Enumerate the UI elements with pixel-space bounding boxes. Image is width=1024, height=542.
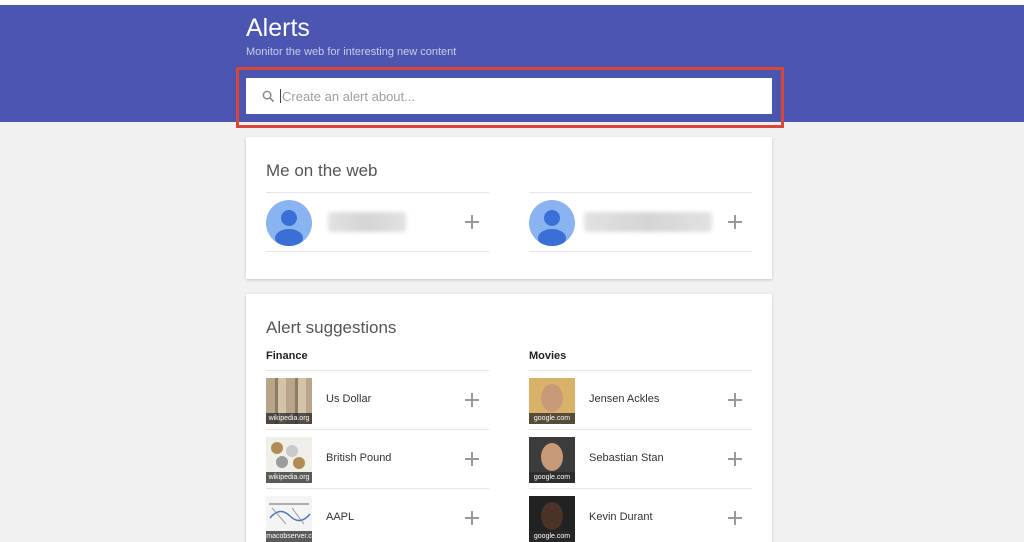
- coin-image: [276, 456, 288, 468]
- thumbnail-source: google.com: [529, 413, 575, 424]
- me-on-the-web-title: Me on the web: [266, 161, 378, 180]
- movies-suggestion-list: google.com Jensen Ackles google.com Seba…: [529, 370, 752, 542]
- thumbnail-source: google.com: [529, 472, 575, 483]
- person-photo: [541, 443, 563, 471]
- alert-suggestions-title: Alert suggestions: [266, 318, 397, 337]
- blurred-name: [328, 212, 406, 232]
- suggestion-label: Jensen Ackles: [589, 393, 660, 405]
- add-alert-plus-icon[interactable]: [465, 452, 479, 466]
- add-alert-plus-icon[interactable]: [728, 215, 742, 229]
- thumbnail-source: macobserver.c: [266, 531, 312, 542]
- header-top-strip: [0, 0, 1024, 5]
- add-alert-plus-icon[interactable]: [728, 452, 742, 466]
- avatar: [266, 200, 312, 246]
- add-alert-plus-icon[interactable]: [728, 393, 742, 407]
- person-icon: [275, 210, 303, 246]
- suggestion-thumbnail: google.com: [529, 437, 575, 483]
- thumbnail-source: google.com: [529, 531, 575, 542]
- suggestion-label: Kevin Durant: [589, 511, 653, 523]
- coin-image: [271, 442, 283, 454]
- suggestion-label: Us Dollar: [326, 393, 372, 405]
- category-label-movies: Movies: [529, 350, 567, 362]
- add-alert-plus-icon[interactable]: [465, 511, 479, 525]
- me-on-web-item[interactable]: [266, 192, 489, 252]
- diagram-image: [269, 503, 311, 525]
- suggestion-item[interactable]: wikipedia.org Us Dollar: [266, 370, 489, 429]
- person-icon: [538, 210, 566, 246]
- suggestion-item[interactable]: google.com Kevin Durant: [529, 488, 752, 542]
- suggestion-thumbnail: macobserver.c: [266, 496, 312, 542]
- suggestion-label: AAPL: [326, 511, 355, 523]
- category-label-finance: Finance: [266, 350, 308, 362]
- blurred-email: [584, 212, 712, 232]
- suggestion-item[interactable]: google.com Sebastian Stan: [529, 429, 752, 488]
- me-on-web-item[interactable]: [529, 192, 752, 252]
- text-caret: [280, 89, 281, 103]
- search-icon: [262, 90, 275, 102]
- suggestion-thumbnail: wikipedia.org: [266, 437, 312, 483]
- add-alert-plus-icon[interactable]: [728, 511, 742, 525]
- finance-suggestion-list: wikipedia.org Us Dollar wikipedia.org Br…: [266, 370, 489, 542]
- person-photo: [541, 502, 563, 530]
- me-on-the-web-card: Me on the web: [246, 137, 772, 279]
- alert-suggestions-card: Alert suggestions Finance Movies wikiped…: [246, 294, 772, 542]
- page-title: Alerts: [246, 14, 310, 42]
- avatar: [529, 200, 575, 246]
- search-input[interactable]: [282, 88, 722, 104]
- search-box[interactable]: [246, 78, 772, 114]
- coin-image: [293, 457, 305, 469]
- page-subtitle: Monitor the web for interesting new cont…: [246, 46, 457, 58]
- add-alert-plus-icon[interactable]: [465, 393, 479, 407]
- suggestion-label: Sebastian Stan: [589, 452, 664, 464]
- suggestion-thumbnail: google.com: [529, 496, 575, 542]
- thumbnail-source: wikipedia.org: [266, 472, 312, 483]
- thumbnail-source: wikipedia.org: [266, 413, 312, 424]
- suggestion-item[interactable]: google.com Jensen Ackles: [529, 370, 752, 429]
- person-photo: [541, 384, 563, 412]
- add-alert-plus-icon[interactable]: [465, 215, 479, 229]
- coin-image: [286, 445, 298, 457]
- suggestion-item[interactable]: wikipedia.org British Pound: [266, 429, 489, 488]
- suggestion-label: British Pound: [326, 452, 392, 464]
- suggestion-item[interactable]: macobserver.c AAPL: [266, 488, 489, 542]
- suggestion-thumbnail: google.com: [529, 378, 575, 424]
- suggestion-thumbnail: wikipedia.org: [266, 378, 312, 424]
